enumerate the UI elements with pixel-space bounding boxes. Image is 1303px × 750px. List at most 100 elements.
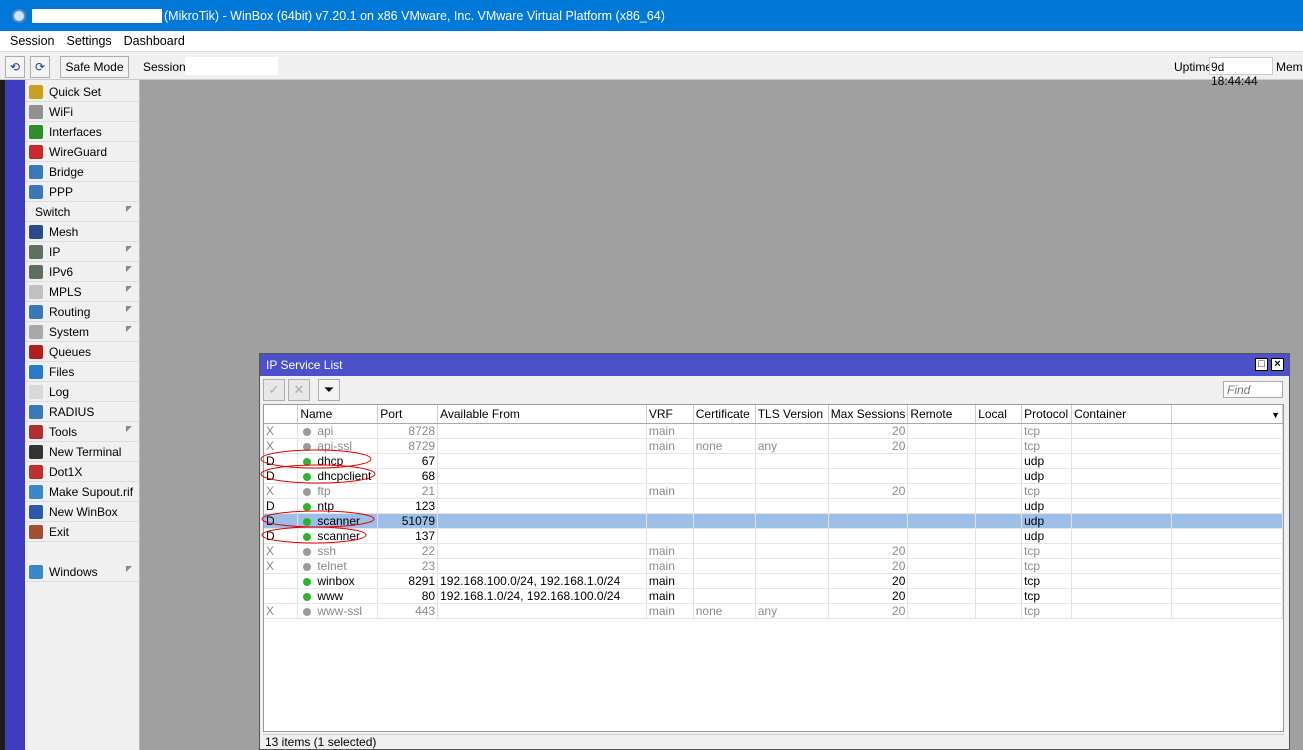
windows-icon bbox=[29, 564, 43, 579]
find-input[interactable] bbox=[1223, 381, 1283, 398]
undo-button[interactable]: ⟲ bbox=[5, 56, 25, 78]
cell-text: tcp bbox=[1024, 438, 1041, 453]
sidebar-item-make-supout-rif[interactable]: Make Supout.rif bbox=[25, 482, 139, 502]
table-row[interactable]: www 80 192.168.1.0/24, 192.168.100.0/24 mai… bbox=[264, 588, 1283, 604]
sidebar-item-exit[interactable]: Exit bbox=[25, 522, 139, 542]
cell-local bbox=[975, 573, 1023, 589]
cell-remote bbox=[907, 558, 977, 574]
sidebar-item-label: System bbox=[49, 324, 90, 339]
column-header-name[interactable]: Name bbox=[297, 405, 379, 424]
sidebar-item-wifi[interactable]: WiFi bbox=[25, 102, 139, 122]
table-row[interactable]: Ddhcp 67 udp bbox=[264, 453, 1283, 469]
sidebar-item-mpls[interactable]: MPLS bbox=[25, 282, 139, 302]
cell-text: 20 bbox=[892, 483, 906, 498]
sidebar-item-dot1x[interactable]: Dot1X bbox=[25, 462, 139, 482]
column-header-certificate[interactable]: Certificate bbox=[693, 405, 756, 424]
sidebar-item-ip[interactable]: IP bbox=[25, 242, 139, 262]
sidebar-item-log[interactable]: Log bbox=[25, 382, 139, 402]
cell-proto: tcp bbox=[1021, 573, 1073, 589]
table-row[interactable]: Xssh 22 main 20 tcp bbox=[264, 543, 1283, 559]
sidebar-item-ipv6[interactable]: IPv6 bbox=[25, 262, 139, 282]
sidebar-item-interfaces[interactable]: Interfaces bbox=[25, 122, 139, 142]
filter-button[interactable]: ⏷ bbox=[318, 379, 340, 401]
column-header-tls-version[interactable]: TLS Version bbox=[755, 405, 829, 424]
cell-tls bbox=[755, 453, 829, 469]
column-header-protocol[interactable]: Protocol bbox=[1021, 405, 1073, 424]
sidebar-item-switch[interactable]: Switch bbox=[25, 202, 139, 222]
cell-text: tcp bbox=[1024, 603, 1041, 618]
dropdown-arrow-icon[interactable]: ▼ bbox=[1271, 410, 1280, 420]
cell-vrf: main bbox=[646, 573, 694, 589]
cell-name: api-ssl bbox=[297, 438, 379, 454]
cell-text: udp bbox=[1024, 513, 1045, 528]
column-header-remote[interactable]: Remote bbox=[907, 405, 977, 424]
redo-button[interactable]: ⟳ bbox=[30, 56, 50, 78]
cell-cert bbox=[693, 558, 756, 574]
cell-remote bbox=[907, 603, 977, 619]
cell-local bbox=[975, 468, 1023, 484]
sidebar-item-tools[interactable]: Tools bbox=[25, 422, 139, 442]
cell-text: telnet bbox=[317, 558, 347, 573]
table-row[interactable]: winbox 8291 192.168.100.0/24, 192.168.1.0/… bbox=[264, 573, 1283, 589]
cell-from bbox=[437, 513, 647, 529]
radius-icon bbox=[29, 404, 43, 419]
cell-cert bbox=[693, 483, 756, 499]
cell-container bbox=[1071, 513, 1172, 529]
column-header-flags[interactable] bbox=[264, 405, 299, 424]
cell-port: 137 bbox=[377, 528, 439, 544]
table-row[interactable]: Xwww-ssl 443 main none any 20 tcp bbox=[264, 603, 1283, 619]
column-chooser-dropdown[interactable]: ▼ bbox=[1171, 405, 1283, 424]
column-header-available-from[interactable]: Available From bbox=[437, 405, 647, 424]
sidebar-item-radius[interactable]: RADIUS bbox=[25, 402, 139, 422]
table-row[interactable]: Dscanner 137 udp bbox=[264, 528, 1283, 544]
sidebar-item-new-winbox[interactable]: New WinBox bbox=[25, 502, 139, 522]
disable-button[interactable]: ✕ bbox=[288, 379, 310, 401]
sidebar-item-label: IPv6 bbox=[49, 264, 74, 279]
cell-tls bbox=[755, 543, 829, 559]
sidebar-item-bridge[interactable]: Bridge bbox=[25, 162, 139, 182]
table-row[interactable]: Xapi-ssl 8729 main none any 20 tcp bbox=[264, 438, 1283, 454]
sidebar-item-queues[interactable]: Queues bbox=[25, 342, 139, 362]
sidebar-item-ppp[interactable]: PPP bbox=[25, 182, 139, 202]
safe-mode-button[interactable]: Safe Mode bbox=[60, 56, 129, 78]
sidebar-item-windows[interactable]: Windows bbox=[25, 562, 139, 582]
ip-icon bbox=[29, 244, 43, 259]
column-header-local[interactable]: Local bbox=[975, 405, 1023, 424]
table-row[interactable]: Dntp 123 udp bbox=[264, 498, 1283, 514]
table-row[interactable]: Xtelnet 23 main 20 tcp bbox=[264, 558, 1283, 574]
column-header-container[interactable]: Container bbox=[1071, 405, 1172, 424]
running-status-icon bbox=[303, 472, 312, 481]
cell-vrf: main bbox=[646, 558, 694, 574]
column-header-max-sessions[interactable]: Max Sessions bbox=[828, 405, 909, 424]
table-row[interactable]: Xapi 8728 main 20 tcp bbox=[264, 423, 1283, 439]
window-titlebar[interactable]: IP Service List □ × bbox=[260, 354, 1289, 376]
column-header-vrf[interactable]: VRF bbox=[646, 405, 694, 424]
cell-empty bbox=[1171, 453, 1283, 469]
sidebar-item-system[interactable]: System bbox=[25, 322, 139, 342]
cell-vrf bbox=[646, 498, 694, 514]
sidebar-menu: Quick Set WiFi Interfaces WireGuard Bridge PP… bbox=[25, 80, 140, 750]
menu-settings[interactable]: Settings bbox=[60, 34, 117, 48]
sidebar-item-files[interactable]: Files bbox=[25, 362, 139, 382]
table-row[interactable]: Dscanner 51079 udp bbox=[264, 513, 1283, 529]
sidebar-item-wireguard[interactable]: WireGuard bbox=[25, 142, 139, 162]
maximize-button[interactable]: □ bbox=[1255, 358, 1268, 371]
cell-flag: D bbox=[264, 468, 299, 484]
cell-port: 8729 bbox=[377, 438, 439, 454]
sidebar-item-label: PPP bbox=[49, 184, 74, 199]
close-button[interactable]: × bbox=[1271, 358, 1284, 371]
menu-session[interactable]: Session bbox=[4, 34, 60, 48]
menu-dashboard[interactable]: Dashboard bbox=[118, 34, 191, 48]
cell-local bbox=[975, 558, 1023, 574]
table-row[interactable]: Xftp 21 main 20 tcp bbox=[264, 483, 1283, 499]
column-header-port[interactable]: Port bbox=[377, 405, 439, 424]
sidebar-item-routing[interactable]: Routing bbox=[25, 302, 139, 322]
table-row[interactable]: Ddhcpclient 68 udp bbox=[264, 468, 1283, 484]
cell-proto: tcp bbox=[1021, 603, 1073, 619]
enable-button[interactable]: ✓ bbox=[263, 379, 285, 401]
cell-max bbox=[828, 468, 909, 484]
sidebar-item-mesh[interactable]: Mesh bbox=[25, 222, 139, 242]
cell-flag: D bbox=[264, 513, 299, 529]
sidebar-item-new-terminal[interactable]: New Terminal bbox=[25, 442, 139, 462]
sidebar-item-quick-set[interactable]: Quick Set bbox=[25, 82, 139, 102]
